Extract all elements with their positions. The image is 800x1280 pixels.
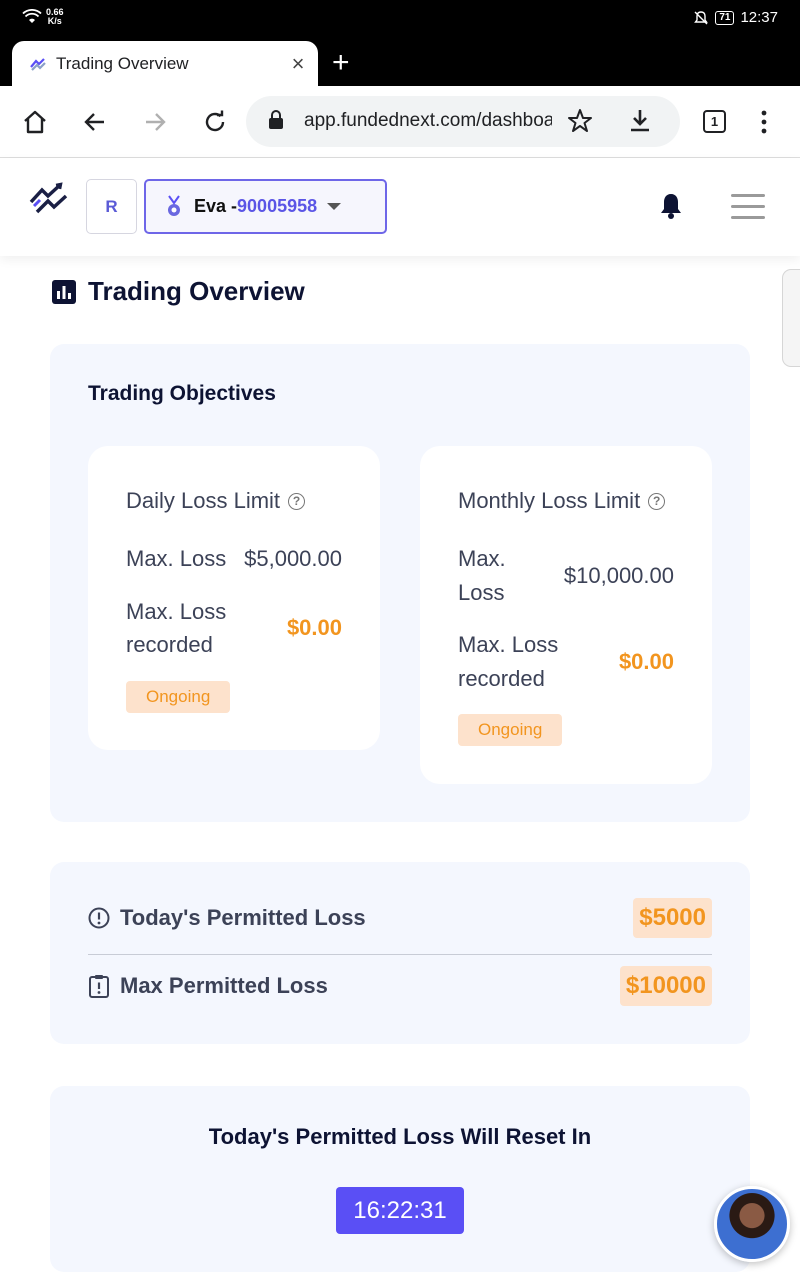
scrollbar-thumb[interactable] — [782, 269, 800, 367]
arrow-right-icon — [146, 113, 166, 131]
back-button[interactable] — [79, 106, 111, 138]
browser-toolbar: app.fundednext.com/dashboard 1 — [0, 86, 800, 158]
daily-recorded-label-line2: recorded — [126, 632, 213, 657]
notification-bell-icon[interactable] — [658, 192, 684, 220]
monthly-max-loss-value: $10,000.00 — [563, 563, 674, 588]
help-icon[interactable]: ? — [648, 492, 666, 510]
daily-max-loss-value: $5,000.00 — [244, 546, 342, 571]
browser-tab[interactable]: Trading Overview × — [12, 41, 318, 86]
reload-icon — [205, 110, 225, 132]
hamburger-menu-icon[interactable] — [731, 194, 765, 227]
monthly-status-badge: Ongoing — [458, 714, 563, 746]
tab-close-icon[interactable]: × — [278, 51, 318, 77]
forward-button[interactable] — [139, 106, 171, 138]
todays-permitted-loss-label: Today's Permitted Loss — [120, 905, 366, 930]
url-text[interactable]: app.fundednext.com/dashboard — [304, 110, 552, 132]
clipboard-alert-icon — [89, 975, 109, 998]
monthly-loss-card: Monthly Loss Limit ? Max. Loss $10,000.0… — [420, 446, 712, 784]
help-icon[interactable]: ? — [288, 492, 306, 510]
monthly-recorded-label-line1: Max. Loss — [458, 632, 559, 657]
arrow-left-icon — [84, 113, 104, 131]
max-permitted-loss-row: Max Permitted Loss $10000 — [88, 956, 712, 1016]
tab-title: Trading Overview — [56, 53, 189, 73]
favicon-icon — [30, 57, 46, 71]
reset-timer-panel: Today's Permitted Loss Will Reset In 16:… — [50, 1086, 750, 1272]
medal-icon — [168, 194, 180, 216]
max-permitted-loss-value: $10000 — [619, 966, 712, 1006]
lock-icon — [269, 110, 283, 129]
user-avatar-button[interactable]: R — [86, 179, 137, 234]
daily-loss-title-row: Daily Loss Limit ? — [126, 488, 306, 514]
account-number: 90005958 — [237, 196, 318, 216]
network-speed-unit: K/s — [47, 16, 62, 26]
reload-button[interactable] — [199, 106, 231, 138]
daily-max-loss-label: Max. Loss — [126, 546, 227, 571]
status-left: 0.66 K/s — [22, 8, 64, 26]
trading-objectives-panel: Trading Objectives Daily Loss Limit ? Ma… — [50, 344, 750, 822]
star-icon[interactable] — [567, 108, 593, 134]
alert-circle-icon — [88, 907, 110, 929]
monthly-loss-title-row: Monthly Loss Limit ? — [458, 488, 666, 514]
daily-recorded-label-line1: Max. Loss — [126, 599, 227, 624]
daily-status-badge: Ongoing — [126, 681, 231, 713]
network-speed: 0.66 K/s — [46, 8, 64, 26]
wifi-icon — [22, 9, 42, 23]
daily-loss-card: Daily Loss Limit ? Max. Loss $5,000.00 M… — [88, 446, 380, 750]
todays-permitted-loss-row: Today's Permitted Loss $5000 — [88, 888, 712, 948]
more-menu-icon[interactable] — [756, 110, 772, 134]
fundednext-logo[interactable] — [28, 182, 70, 218]
monthly-recorded-value: $0.00 — [618, 649, 674, 674]
status-right: 71 12:37 — [693, 9, 778, 26]
divider — [88, 954, 712, 955]
monthly-max-loss-label-line2: Loss — [458, 580, 505, 605]
monthly-max-loss-label-line1: Max. — [458, 546, 506, 571]
daily-loss-title: Daily Loss Limit — [126, 488, 281, 513]
address-bar[interactable]: app.fundednext.com/dashboard — [246, 96, 680, 147]
bell-muted-icon — [694, 10, 709, 24]
account-name: Eva - — [194, 196, 238, 216]
caret-down-icon — [327, 203, 342, 210]
bar-chart-icon — [52, 279, 76, 304]
home-button[interactable] — [19, 106, 51, 138]
page-title: Trading Overview — [88, 276, 305, 306]
objectives-title: Trading Objectives — [88, 382, 276, 405]
permitted-loss-panel: Today's Permitted Loss $5000 Max Permitt… — [50, 862, 750, 1044]
status-bar: 0.66 K/s 71 12:37 — [0, 0, 800, 36]
battery-indicator: 71 — [715, 10, 735, 25]
clock: 12:37 — [740, 9, 778, 26]
reset-title: Today's Permitted Loss Will Reset In — [208, 1124, 592, 1149]
new-tab-button[interactable]: + — [332, 48, 350, 78]
download-icon[interactable] — [627, 108, 653, 134]
support-chat-avatar[interactable] — [714, 1186, 790, 1262]
max-permitted-loss-label: Max Permitted Loss — [120, 973, 328, 998]
todays-permitted-loss-value: $5000 — [633, 898, 712, 938]
account-selector[interactable]: Eva - 90005958 — [144, 179, 387, 234]
app-header: R Eva - 90005958 — [0, 158, 800, 256]
daily-recorded-value: $0.00 — [286, 615, 342, 640]
monthly-recorded-label-line2: recorded — [458, 666, 545, 691]
monthly-loss-title: Monthly Loss Limit — [458, 488, 641, 513]
browser-tab-bar: Trading Overview × + — [0, 36, 800, 86]
countdown-timer: 16:22:31 — [336, 1187, 464, 1234]
tab-switcher-button[interactable]: 1 — [703, 110, 726, 133]
home-icon — [24, 110, 46, 134]
page-title-row: Trading Overview — [52, 276, 305, 307]
